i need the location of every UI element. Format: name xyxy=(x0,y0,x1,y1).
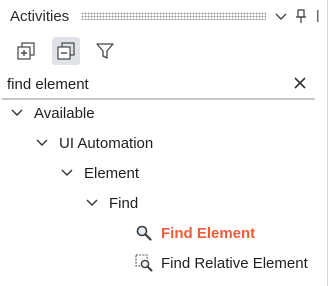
activity-find-relative-element[interactable]: Find Relative Element xyxy=(135,250,308,276)
tree-node-label: UI Automation xyxy=(59,134,154,152)
activities-toolbar xyxy=(0,34,327,68)
relative-find-icon xyxy=(135,254,153,272)
activity-label: Find Element xyxy=(161,224,256,242)
collapse-all-icon xyxy=(57,42,75,60)
activity-label: Find Relative Element xyxy=(161,254,308,272)
magnifier-icon xyxy=(136,225,152,241)
tree-node-label: Available xyxy=(34,104,95,122)
search-box xyxy=(2,70,315,100)
chevron-down-icon[interactable] xyxy=(60,166,74,180)
expand-all-button[interactable] xyxy=(12,37,40,65)
tree-node-find[interactable]: Find xyxy=(85,190,138,216)
tree-node-label: Element xyxy=(84,164,140,182)
panel-titlebar: Activities xyxy=(0,0,327,34)
chevron-down-icon[interactable] xyxy=(35,136,49,150)
collapse-all-button[interactable] xyxy=(52,37,80,65)
drag-grip[interactable] xyxy=(81,12,266,20)
chevron-down-icon[interactable] xyxy=(10,106,24,120)
clear-icon[interactable] xyxy=(291,74,309,92)
tree-node-ui-automation[interactable]: UI Automation xyxy=(35,130,153,156)
search-input[interactable] xyxy=(7,73,277,95)
activity-find-element[interactable]: Find Element xyxy=(135,220,255,246)
filter-icon xyxy=(96,43,114,59)
activities-panel: Activities find element Available UI Aut… xyxy=(0,0,328,286)
expand-all-icon xyxy=(17,42,35,60)
tree-node-label: Find xyxy=(109,194,139,212)
tree-node-available[interactable]: Available xyxy=(10,100,95,126)
chevron-down-icon[interactable] xyxy=(85,196,99,210)
more-menu-icon[interactable] xyxy=(315,8,328,24)
filter-button[interactable] xyxy=(91,37,119,65)
tree-node-element[interactable]: Element xyxy=(60,160,139,186)
panel-title: Activities xyxy=(10,8,70,25)
chevron-down-icon[interactable] xyxy=(274,8,288,24)
pin-icon[interactable] xyxy=(294,8,308,24)
